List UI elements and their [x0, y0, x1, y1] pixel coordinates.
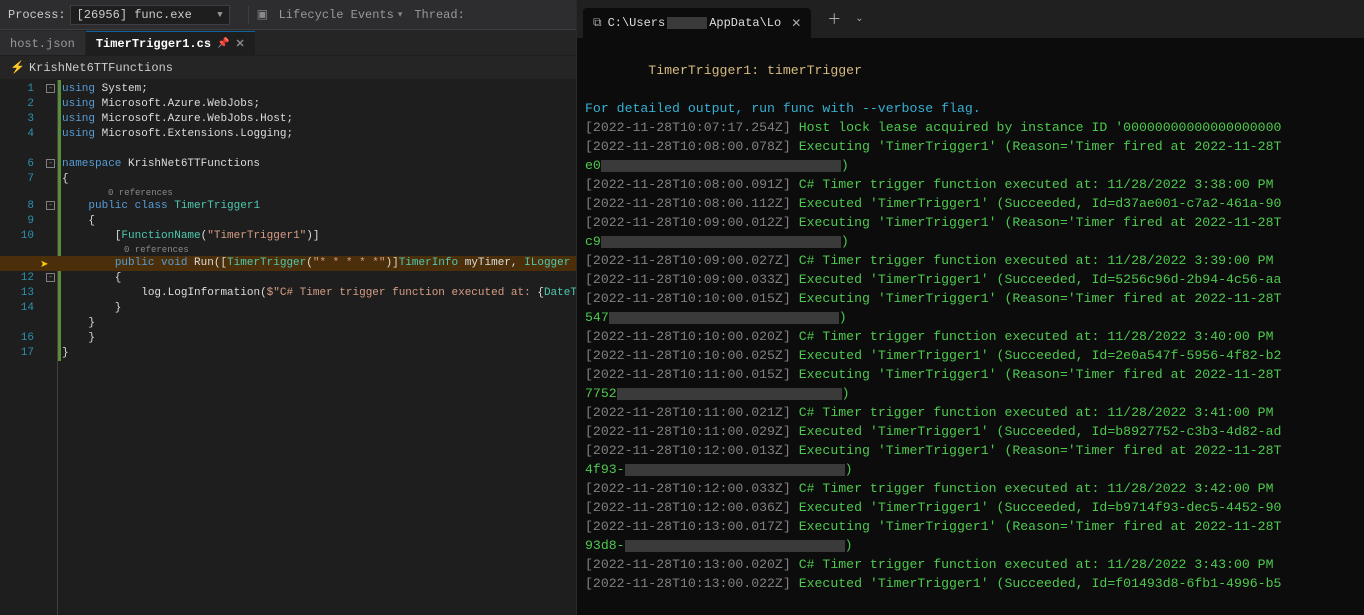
terminal-line: [2022-11-28T10:10:00.015Z] Executing 'Ti… [585, 289, 1358, 308]
gutter: 1234678910111213141617 ----- [0, 80, 62, 615]
terminal-line: [2022-11-28T10:09:00.027Z] C# Timer trig… [585, 251, 1358, 270]
thread-label: Thread: [414, 8, 464, 22]
terminal-line: [2022-11-28T10:12:00.033Z] C# Timer trig… [585, 479, 1358, 498]
terminal-window: ⧉ C:\Users AppData\Lo ✕ ＋ ⌄ TimerTrigger… [576, 0, 1364, 615]
lifecycle-icon[interactable]: ▣ [257, 7, 273, 23]
terminal-line: [2022-11-28T10:07:17.254Z] Host lock lea… [585, 118, 1358, 137]
terminal-output[interactable]: TimerTrigger1: timerTrigger For detailed… [577, 38, 1364, 615]
tab-menu-dropdown[interactable]: ⌄ [851, 13, 867, 25]
pin-icon[interactable]: 📌 [217, 38, 229, 50]
terminal-line: [2022-11-28T10:11:00.015Z] Executing 'Ti… [585, 365, 1358, 384]
terminal-line: 547) [585, 308, 1358, 327]
terminal-icon: ⧉ [593, 16, 602, 30]
line-numbers: 1234678910111213141617 [0, 80, 44, 615]
new-tab-button[interactable]: ＋ [819, 9, 849, 29]
chevron-down-icon: ▼ [217, 10, 222, 20]
terminal-line: [2022-11-28T10:11:00.029Z] Executed 'Tim… [585, 422, 1358, 441]
terminal-line: [2022-11-28T10:12:00.013Z] Executing 'Ti… [585, 441, 1358, 460]
fold-toggle[interactable]: - [46, 159, 55, 168]
process-value: [26956] func.exe [77, 8, 192, 22]
terminal-line: For detailed output, run func with --ver… [585, 99, 1358, 118]
close-icon[interactable]: ✕ [791, 16, 801, 31]
terminal-line: [2022-11-28T10:12:00.036Z] Executed 'Tim… [585, 498, 1358, 517]
terminal-line: [2022-11-28T10:13:00.017Z] Executing 'Ti… [585, 517, 1358, 536]
terminal-line: [2022-11-28T10:10:00.025Z] Executed 'Tim… [585, 346, 1358, 365]
tab-timertrigger[interactable]: TimerTrigger1.cs 📌 ✕ [86, 31, 255, 55]
nav-left-text: KrishNet6TTFunctions [29, 61, 173, 75]
terminal-line: [2022-11-28T10:10:00.020Z] C# Timer trig… [585, 327, 1358, 346]
terminal-line: [2022-11-28T10:08:00.112Z] Executed 'Tim… [585, 194, 1358, 213]
change-bar [58, 80, 62, 615]
fold-toggle[interactable]: - [46, 201, 55, 210]
tab-label: host.json [10, 37, 75, 51]
terminal-titlebar: ⧉ C:\Users AppData\Lo ✕ ＋ ⌄ [577, 0, 1364, 38]
process-dropdown[interactable]: [26956] func.exe ▼ [70, 5, 230, 25]
terminal-line [585, 80, 1358, 99]
terminal-line: [2022-11-28T10:11:00.021Z] C# Timer trig… [585, 403, 1358, 422]
terminal-tab-prefix: C:\Users [608, 16, 666, 30]
fold-toggle[interactable]: - [46, 84, 55, 93]
terminal-line [585, 42, 1358, 61]
redacted-text [667, 17, 707, 29]
terminal-line: 7752) [585, 384, 1358, 403]
lightning-icon: ⚡ [10, 61, 25, 75]
fold-gutter: ----- [44, 80, 58, 615]
terminal-line: [2022-11-28T10:13:00.020Z] C# Timer trig… [585, 555, 1358, 574]
terminal-line: c9) [585, 232, 1358, 251]
tab-host-json[interactable]: host.json [0, 31, 85, 55]
terminal-line: [2022-11-28T10:09:00.033Z] Executed 'Tim… [585, 270, 1358, 289]
close-icon[interactable]: ✕ [235, 37, 244, 51]
terminal-line: e0) [585, 156, 1358, 175]
terminal-line: 4f93-) [585, 460, 1358, 479]
terminal-tab[interactable]: ⧉ C:\Users AppData\Lo ✕ [583, 8, 811, 38]
terminal-line: TimerTrigger1: timerTrigger [585, 61, 1358, 80]
tab-label: TimerTrigger1.cs [96, 37, 211, 51]
process-label: Process: [8, 8, 66, 22]
terminal-line: [2022-11-28T10:08:00.078Z] Executing 'Ti… [585, 137, 1358, 156]
terminal-tab-suffix: AppData\Lo [709, 16, 781, 30]
terminal-line: [2022-11-28T10:08:00.091Z] C# Timer trig… [585, 175, 1358, 194]
fold-toggle[interactable]: - [46, 273, 55, 282]
separator [248, 6, 249, 24]
chevron-down-icon: ▾ [398, 10, 403, 20]
terminal-line: [2022-11-28T10:09:00.012Z] Executing 'Ti… [585, 213, 1358, 232]
lifecycle-menu[interactable]: Lifecycle Events [279, 8, 394, 22]
execution-pointer-icon: ➤ [40, 258, 48, 273]
terminal-line: [2022-11-28T10:13:00.022Z] Executed 'Tim… [585, 574, 1358, 593]
terminal-line: 93d8-) [585, 536, 1358, 555]
